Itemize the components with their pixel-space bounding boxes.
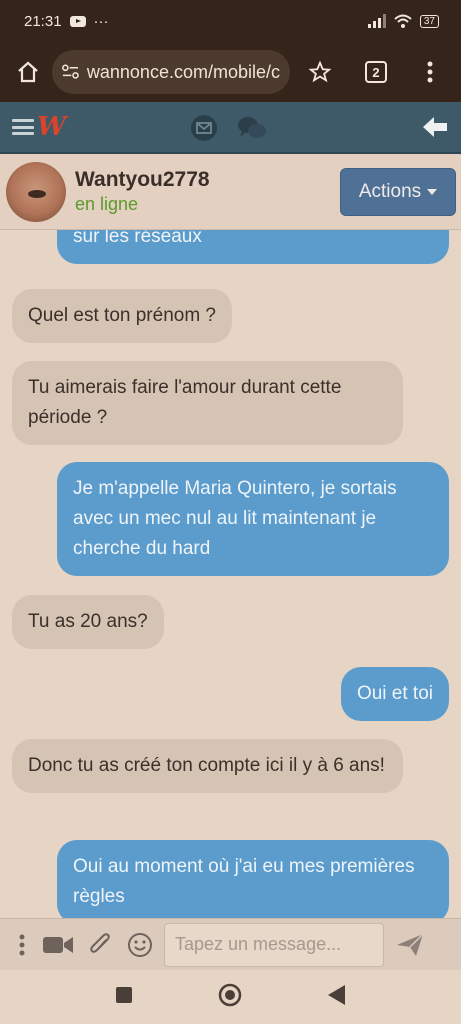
site-logo[interactable]: W bbox=[37, 112, 66, 142]
paperclip-icon[interactable] bbox=[80, 925, 120, 965]
message-incoming: Tu as 20 ans? bbox=[12, 595, 164, 649]
status-time: 21:31 bbox=[24, 12, 62, 30]
message-outgoing: sur les réseaux bbox=[57, 230, 449, 264]
message-outgoing: Je m'appelle Maria Quintero, je sortais … bbox=[57, 462, 449, 576]
message-text: sur les réseaux bbox=[73, 230, 202, 247]
contact-name[interactable]: Wantyou2778 bbox=[75, 168, 210, 192]
send-icon[interactable] bbox=[390, 925, 430, 965]
online-status: en ligne bbox=[75, 194, 139, 214]
home-circle-icon[interactable] bbox=[218, 983, 242, 1012]
url-text: wannonce.com/mobile/c bbox=[86, 61, 280, 82]
status-bar: 21:31 ··· 37 bbox=[0, 0, 461, 42]
message-input[interactable] bbox=[164, 922, 384, 967]
bookmark-star-icon[interactable] bbox=[302, 54, 338, 90]
actions-dropdown-button[interactable]: Actions bbox=[340, 168, 456, 216]
message-list[interactable]: sur les réseaux Quel est ton prénom ? Tu… bbox=[0, 230, 461, 918]
message-text: Oui au moment où j'ai eu mes premières r… bbox=[73, 856, 415, 907]
chat-bubbles-icon[interactable] bbox=[236, 114, 268, 142]
status-more-dots: ··· bbox=[93, 12, 109, 30]
message-incoming: Quel est ton prénom ? bbox=[12, 289, 232, 343]
avatar[interactable] bbox=[6, 161, 66, 222]
back-triangle-icon[interactable] bbox=[327, 984, 346, 1010]
system-navigation-bar bbox=[0, 970, 461, 1024]
home-icon[interactable] bbox=[10, 54, 46, 90]
site-settings-icon[interactable] bbox=[62, 63, 79, 81]
message-text: Tu as 20 ans? bbox=[28, 611, 148, 632]
recent-apps-icon[interactable] bbox=[115, 986, 132, 1008]
browser-menu-icon[interactable] bbox=[412, 54, 448, 90]
back-arrow-icon[interactable] bbox=[421, 114, 449, 145]
video-camera-icon[interactable] bbox=[36, 925, 80, 965]
address-bar[interactable]: wannonce.com/mobile/c bbox=[52, 50, 290, 94]
conversation-header: Wantyou2778 en ligne Actions bbox=[0, 154, 461, 230]
message-text: Tu aimerais faire l'amour durant cette p… bbox=[28, 377, 342, 428]
message-incoming: Donc tu as créé ton compte ici il y à 6 … bbox=[12, 739, 403, 793]
more-options-icon[interactable] bbox=[8, 925, 36, 965]
battery-indicator: 37 bbox=[419, 14, 439, 28]
message-text: Quel est ton prénom ? bbox=[28, 305, 216, 326]
site-header: W bbox=[0, 102, 461, 154]
message-text: Oui et toi bbox=[356, 683, 433, 704]
caret-down-icon bbox=[427, 189, 438, 195]
message-composer bbox=[0, 918, 461, 970]
browser-toolbar: wannonce.com/mobile/c 2 bbox=[0, 42, 461, 102]
message-text: Je m'appelle Maria Quintero, je sortais … bbox=[73, 478, 397, 559]
mail-icon[interactable] bbox=[190, 114, 218, 142]
message-outgoing: Oui et toi bbox=[340, 667, 449, 721]
signal-icon bbox=[367, 14, 386, 28]
emoji-icon[interactable] bbox=[120, 925, 160, 965]
tab-count: 2 bbox=[365, 61, 387, 83]
message-incoming: Tu aimerais faire l'amour durant cette p… bbox=[12, 361, 403, 445]
wifi-icon bbox=[394, 14, 412, 28]
youtube-icon bbox=[69, 15, 86, 27]
tabs-button[interactable]: 2 bbox=[358, 54, 394, 90]
message-outgoing: Oui au moment où j'ai eu mes premières r… bbox=[57, 840, 449, 918]
actions-label: Actions bbox=[358, 181, 422, 202]
hamburger-menu-icon[interactable] bbox=[12, 119, 34, 135]
message-text: Donc tu as créé ton compte ici il y à 6 … bbox=[28, 755, 385, 776]
